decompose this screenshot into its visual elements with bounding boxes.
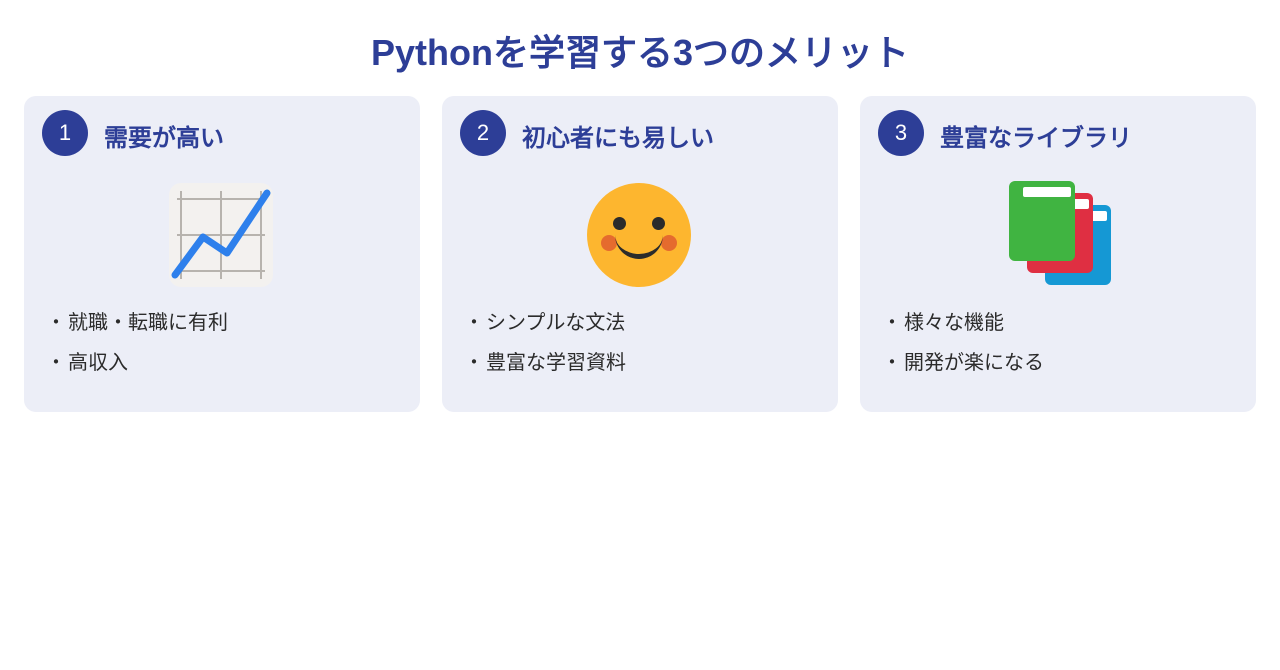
card-1: 1 需要が高い 就職・転職に有利 高収入	[24, 96, 420, 412]
chart-up-icon	[169, 183, 273, 287]
smiling-face-icon	[587, 183, 691, 287]
books-icon	[997, 181, 1117, 289]
card-header: 3 豊富なライブラリ	[882, 114, 1232, 156]
card-header: 1 需要が高い	[46, 114, 396, 156]
icon-area	[882, 170, 1232, 300]
bullet-list: 就職・転職に有利 高収入	[46, 308, 396, 378]
number-badge: 2	[460, 110, 506, 156]
card-title: 初心者にも易しい	[522, 118, 714, 153]
card-title: 豊富なライブラリ	[940, 118, 1132, 153]
list-item: 豊富な学習資料	[482, 348, 814, 378]
bullet-list: シンプルな文法 豊富な学習資料	[464, 308, 814, 378]
card-title: 需要が高い	[104, 118, 224, 153]
icon-area	[464, 170, 814, 300]
list-item: 様々な機能	[900, 308, 1232, 338]
bullet-list: 様々な機能 開発が楽になる	[882, 308, 1232, 378]
list-item: 開発が楽になる	[900, 348, 1232, 378]
card-header: 2 初心者にも易しい	[464, 114, 814, 156]
list-item: 就職・転職に有利	[64, 308, 396, 338]
icon-area	[46, 170, 396, 300]
number-badge: 3	[878, 110, 924, 156]
card-2: 2 初心者にも易しい シンプルな文法 豊富な学習資料	[442, 96, 838, 412]
list-item: シンプルな文法	[482, 308, 814, 338]
number-badge: 1	[42, 110, 88, 156]
page-title: Pythonを学習する3つのメリット	[0, 0, 1280, 96]
list-item: 高収入	[64, 348, 396, 378]
card-3: 3 豊富なライブラリ 様々な機能 開発が楽になる	[860, 96, 1256, 412]
cards-row: 1 需要が高い 就職・転職に有利 高収入 2 初	[0, 96, 1280, 412]
